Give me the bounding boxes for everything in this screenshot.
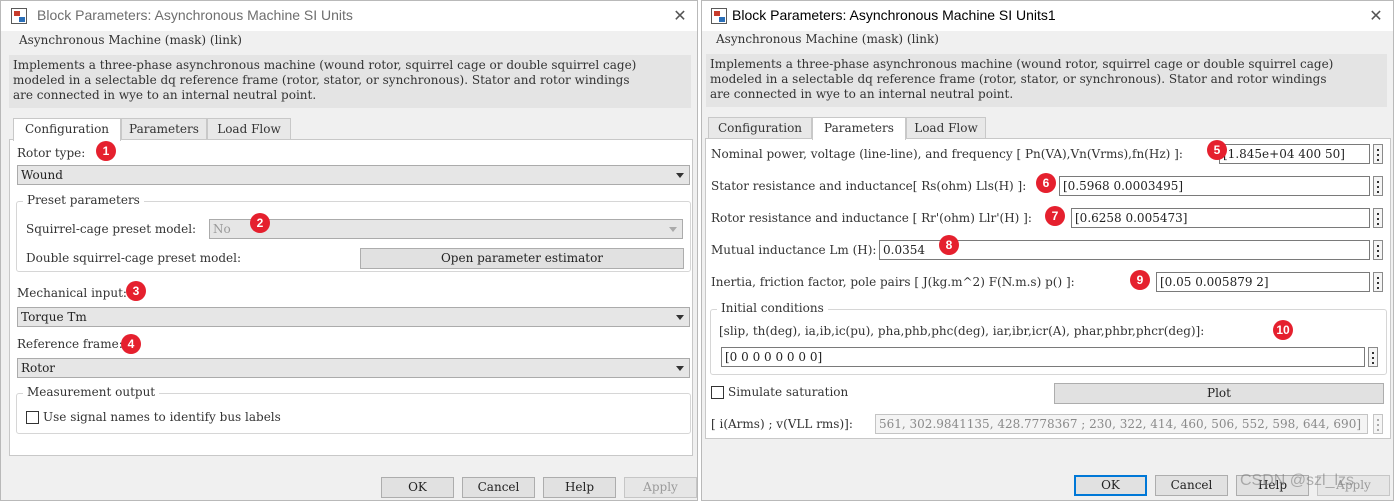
mechanical-input-value: Torque Tm [21, 310, 87, 324]
tab-configuration[interactable]: Configuration [13, 118, 121, 141]
cancel-button[interactable]: Cancel [1155, 475, 1228, 496]
more-options-icon [1373, 414, 1383, 434]
chevron-down-icon [676, 173, 684, 178]
cancel-button[interactable]: Cancel [462, 477, 535, 498]
stator-field[interactable]: [0.5968 0.0003495] [1059, 176, 1370, 196]
annotation-badge-7: 7 [1045, 206, 1065, 226]
inertia-field[interactable]: [0.05 0.005879 2] [1156, 272, 1370, 292]
more-options-icon[interactable] [1373, 144, 1383, 164]
block-description: Implements a three-phase asynchronous ma… [9, 55, 691, 108]
signal-names-label: Use signal names to identify bus labels [43, 410, 281, 424]
mask-group: Asynchronous Machine (mask) (link) Imple… [706, 32, 1387, 108]
help-button[interactable]: Help [543, 477, 616, 498]
initial-conditions-group: Initial conditions [slip, th(deg), ia,ib… [710, 301, 1387, 375]
rotor-type-dropdown[interactable]: Wound [17, 165, 690, 185]
chevron-down-icon [676, 315, 684, 320]
annotation-badge-3: 3 [126, 281, 146, 301]
tab-load-flow[interactable]: Load Flow [906, 117, 986, 139]
nominal-power-label: Nominal power, voltage (line-line), and … [711, 147, 1183, 161]
reference-frame-label: Reference frame: [17, 337, 123, 351]
left-title-bar[interactable]: Block Parameters: Asynchronous Machine S… [1, 1, 697, 31]
configuration-panel: Rotor type: Wound Preset parameters Squi… [9, 139, 693, 456]
chevron-down-icon [676, 366, 684, 371]
saturation-field[interactable]: 561, 302.9841135, 428.7778367 ; 230, 322… [875, 414, 1368, 434]
measurement-legend: Measurement output [23, 385, 160, 399]
mechanical-input-dropdown[interactable]: Torque Tm [17, 307, 690, 327]
initial-conditions-label: [slip, th(deg), ia,ib,ic(pu), pha,phb,ph… [719, 324, 1205, 338]
measurement-output-group: Measurement output Use signal names to i… [16, 385, 691, 434]
inertia-label: Inertia, friction factor, pole pairs [ J… [711, 275, 1075, 289]
reference-frame-dropdown[interactable]: Rotor [17, 358, 690, 378]
mutual-inductance-label: Mutual inductance Lm (H): [711, 243, 877, 257]
annotation-badge-6: 6 [1036, 173, 1056, 193]
annotation-badge-1: 1 [96, 141, 116, 161]
initial-legend: Initial conditions [717, 301, 828, 315]
more-options-icon[interactable] [1373, 208, 1383, 228]
rotor-type-value: Wound [21, 168, 63, 182]
right-tabs: Configuration Parameters Load Flow [708, 117, 1388, 140]
tab-configuration[interactable]: Configuration [708, 117, 812, 139]
annotation-badge-8: 8 [939, 235, 959, 255]
preset-legend: Preset parameters [23, 193, 144, 207]
squirrel-preset-label: Squirrel-cage preset model: [26, 222, 197, 236]
annotation-badge-10: 10 [1273, 320, 1293, 340]
tab-parameters[interactable]: Parameters [812, 117, 906, 140]
rotor-label: Rotor resistance and inductance [ Rr'(oh… [711, 211, 1032, 225]
saturation-label: [ i(Arms) ; v(VLL rms)]: [711, 417, 853, 431]
open-parameter-estimator-button[interactable]: Open parameter estimator [360, 248, 684, 269]
chevron-down-icon [669, 227, 677, 232]
more-options-icon[interactable] [1373, 240, 1383, 260]
tab-load-flow[interactable]: Load Flow [207, 118, 291, 140]
apply-button[interactable]: Apply [624, 477, 697, 498]
mask-group: Asynchronous Machine (mask) (link) Imple… [9, 33, 691, 109]
simulate-saturation-checkbox[interactable] [711, 386, 724, 399]
annotation-badge-9: 9 [1130, 270, 1150, 290]
close-icon[interactable]: ✕ [669, 5, 691, 27]
left-tabs: Configuration Parameters Load Flow [13, 118, 693, 141]
more-options-icon[interactable] [1368, 347, 1378, 367]
left-dialog: Block Parameters: Asynchronous Machine S… [0, 0, 698, 501]
annotation-badge-5: 5 [1207, 140, 1227, 160]
tab-parameters[interactable]: Parameters [121, 118, 207, 140]
initial-conditions-field[interactable]: [0 0 0 0 0 0 0 0] [721, 347, 1365, 367]
mask-legend: Asynchronous Machine (mask) (link) [15, 33, 246, 47]
reference-frame-value: Rotor [21, 361, 56, 375]
more-options-icon[interactable] [1373, 176, 1383, 196]
rotor-type-label: Rotor type: [17, 146, 86, 160]
stator-label: Stator resistance and inductance[ Rs(ohm… [711, 179, 1027, 193]
saturation-value: 561, 302.9841135, 428.7778367 ; 230, 322… [879, 417, 1362, 431]
simulate-saturation-label: Simulate saturation [728, 385, 849, 399]
mechanical-input-label: Mechanical input: [17, 286, 127, 300]
ok-button[interactable]: OK [1074, 475, 1147, 496]
block-description: Implements a three-phase asynchronous ma… [706, 54, 1387, 107]
simulink-block-icon [11, 8, 27, 24]
plot-button[interactable]: Plot [1054, 383, 1384, 404]
annotation-badge-2: 2 [250, 213, 270, 233]
ok-button[interactable]: OK [381, 477, 454, 498]
annotation-badge-4: 4 [121, 334, 141, 354]
nominal-power-field[interactable]: [1.845e+04 400 50] [1219, 144, 1370, 164]
right-dialog-title: Block Parameters: Asynchronous Machine S… [732, 7, 1056, 23]
simulink-block-icon [711, 8, 727, 24]
double-squirrel-label: Double squirrel-cage preset model: [26, 251, 242, 265]
preset-parameters-group: Preset parameters Squirrel-cage preset m… [16, 193, 691, 272]
right-dialog: Block Parameters: Asynchronous Machine S… [701, 0, 1394, 501]
squirrel-preset-value: No [213, 222, 231, 236]
more-options-icon[interactable] [1373, 272, 1383, 292]
mask-legend: Asynchronous Machine (mask) (link) [712, 32, 943, 46]
signal-names-checkbox[interactable] [26, 411, 39, 424]
left-dialog-title: Block Parameters: Asynchronous Machine S… [37, 7, 353, 23]
close-icon[interactable]: ✕ [1365, 5, 1387, 27]
squirrel-preset-dropdown[interactable]: No [209, 219, 683, 239]
right-title-bar[interactable]: Block Parameters: Asynchronous Machine S… [702, 1, 1393, 31]
watermark: CSDN @szl_lzs [1240, 472, 1355, 489]
rotor-field[interactable]: [0.6258 0.005473] [1071, 208, 1370, 228]
